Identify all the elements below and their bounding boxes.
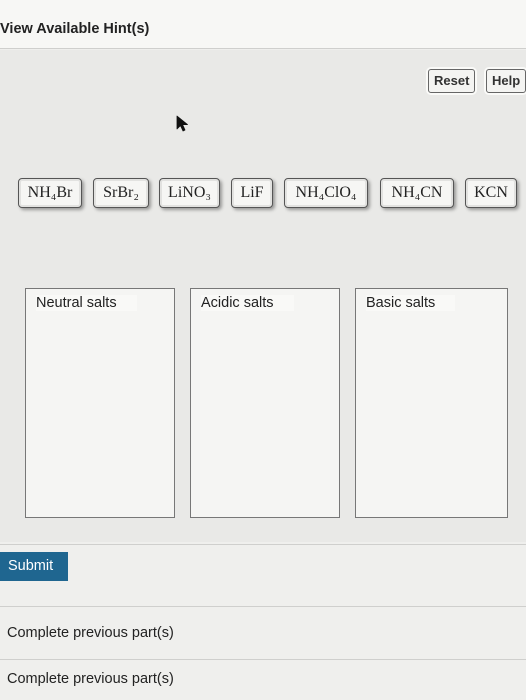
bin-label: Acidic salts [201, 295, 294, 311]
tile-nh4clo4[interactable]: NH₄ClO₄ [284, 178, 368, 208]
next-part-status: Complete previous part(s) [7, 671, 174, 687]
divider [0, 48, 526, 49]
tile-nh4cn[interactable]: NH₄CN [380, 178, 454, 208]
bin-neutral-salts[interactable]: Neutral salts [25, 288, 175, 518]
tile-kcn[interactable]: KCN [465, 178, 517, 208]
tile-srbr2[interactable]: SrBr₂ [93, 178, 149, 208]
tile-nh4br[interactable]: NH₄Br [18, 178, 82, 208]
bin-label: Neutral salts [36, 295, 137, 311]
bin-label: Basic salts [366, 295, 456, 311]
view-hints-link[interactable]: View Available Hint(s) [0, 21, 149, 37]
divider [0, 659, 526, 660]
bin-basic-salts[interactable]: Basic salts [355, 288, 508, 518]
divider [0, 544, 526, 545]
tile-lino3[interactable]: LiNO₃ [159, 178, 220, 208]
reset-button[interactable]: Reset [428, 69, 476, 93]
bin-acidic-salts[interactable]: Acidic salts [190, 288, 340, 518]
next-part-status: Complete previous part(s) [7, 625, 174, 641]
mouse-pointer-icon [176, 115, 188, 132]
help-button[interactable]: Help [486, 69, 526, 93]
submit-button[interactable]: Submit [0, 552, 68, 581]
tile-lif[interactable]: LiF [231, 178, 273, 208]
divider [0, 606, 526, 607]
